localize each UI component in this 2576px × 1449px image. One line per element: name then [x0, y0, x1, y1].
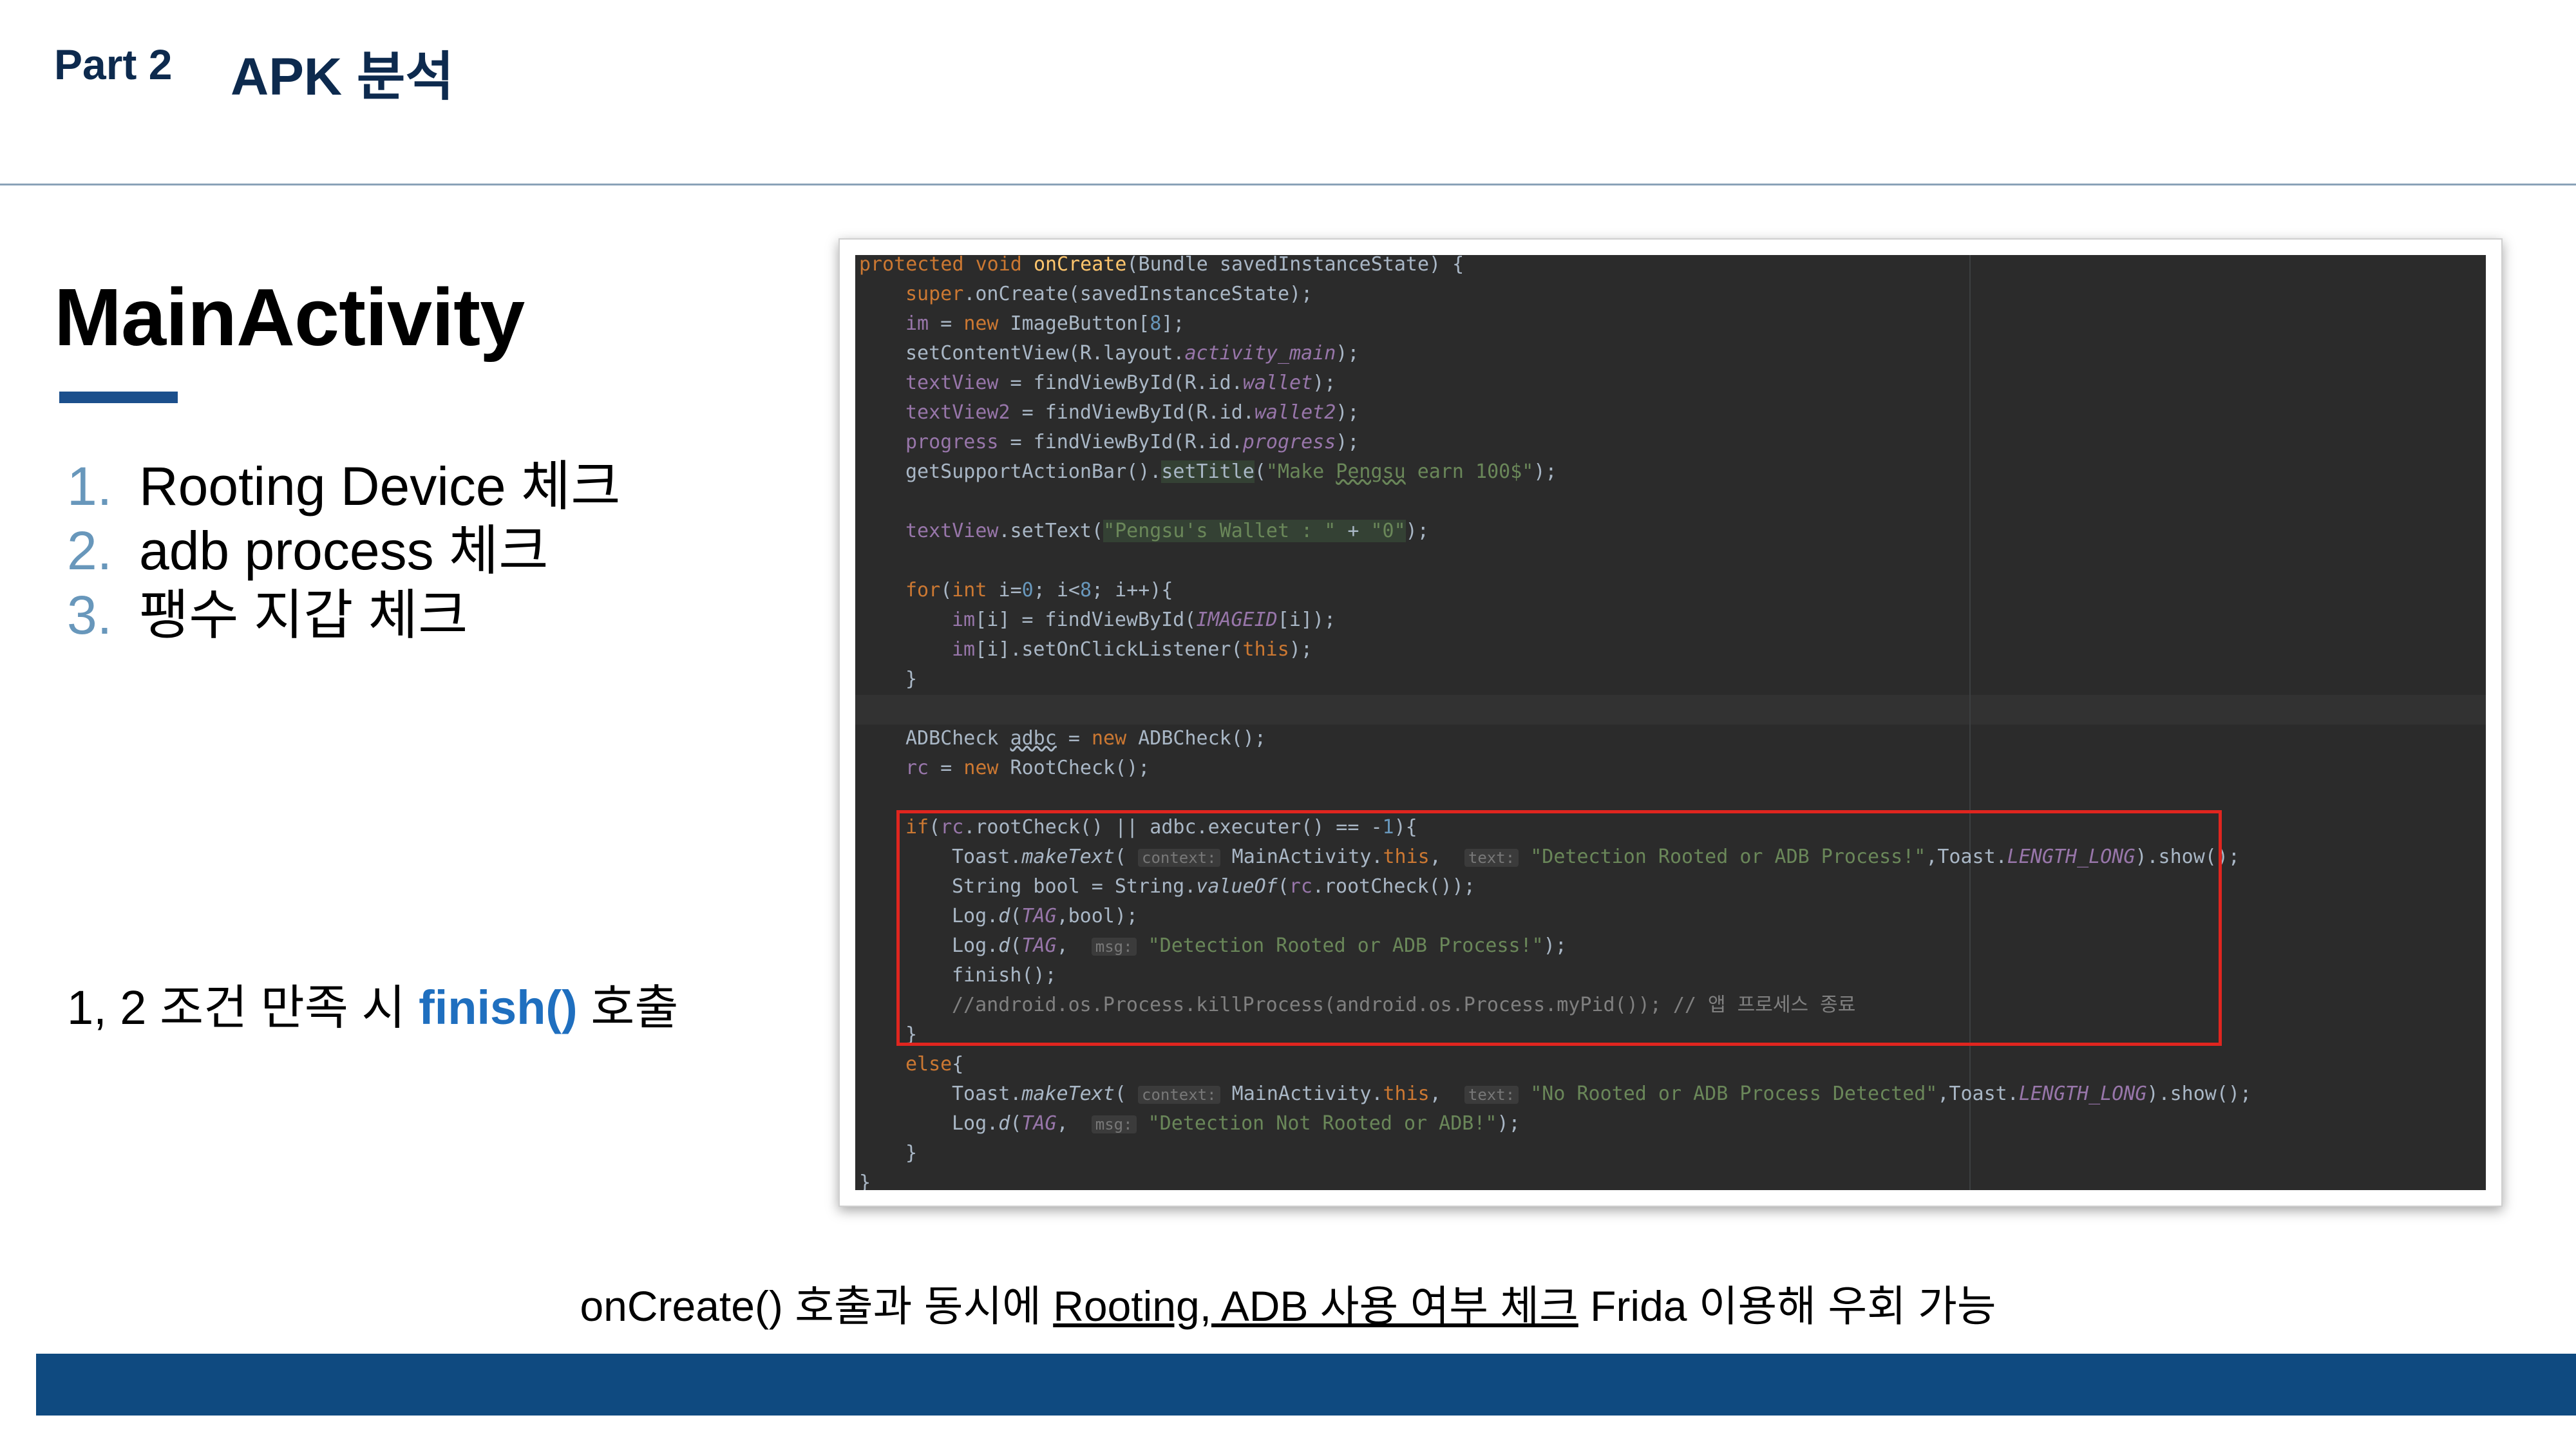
root-adb-check-highlight [896, 810, 2222, 1046]
check-item: 1. Rooting Device 체크 [67, 454, 621, 518]
header-part-label: Part 2 [54, 41, 173, 88]
code-line: rc = new RootCheck(); [905, 757, 1150, 779]
code-line: protected void onCreate(Bundle savedInst… [859, 255, 1464, 276]
check-item-text: adb process 체크 [139, 520, 549, 581]
check-list: 1. Rooting Device 체크 2. adb process 체크 3. 팽… [67, 454, 621, 647]
slide-title: MainActivity [54, 272, 525, 363]
header-divider [0, 184, 2576, 185]
code-line: setContentView(R.layout.activity_main); [905, 342, 1359, 365]
title-accent-bar [59, 392, 178, 403]
code-line: textView.setText("Pengsu's Wallet : " + … [905, 520, 1429, 542]
code-line: Log.d(TAG, msg: "Detection Not Rooted or… [952, 1112, 1520, 1135]
summary-footnote: onCreate() 호출과 동시에 Rooting, ADB 사용 여부 체크… [0, 1272, 2576, 1334]
code-line: textView2 = findViewById(R.id.wallet2); [905, 401, 1359, 424]
footnote-suffix: Frida 이용해 우회 가능 [1578, 1282, 1996, 1330]
code-line: Toast.makeText( context: MainActivity.th… [952, 1083, 2252, 1105]
code-line: else{ [905, 1053, 964, 1075]
check-item: 3. 팽수 지갑 체크 [67, 583, 621, 647]
condition-function: finish() [419, 981, 578, 1034]
check-item-number: 3. [67, 585, 113, 645]
check-item-text: 팽수 지갑 체크 [139, 585, 468, 645]
header-title: APK 분석 [231, 48, 454, 106]
code-screenshot: protected void onCreate(Bundle savedInst… [838, 238, 2503, 1207]
check-item-number: 1. [67, 456, 113, 516]
code-line: im[i] = findViewById(IMAGEID[i]); [952, 609, 1336, 631]
code-line: im[i].setOnClickListener(this); [952, 638, 1312, 661]
code-line: } [905, 668, 918, 690]
code-editor: protected void onCreate(Bundle savedInst… [855, 255, 2486, 1190]
code-line: } [859, 1171, 871, 1190]
code-line: super.onCreate(savedInstanceState); [905, 283, 1313, 305]
code-line: textView = findViewById(R.id.wallet); [905, 372, 1336, 394]
code-line: progress = findViewById(R.id.progress); [905, 431, 1359, 453]
condition-prefix: 1, 2 조건 만족 시 [67, 981, 419, 1034]
code-line: ADBCheck adbc = new ADBCheck(); [905, 727, 1266, 750]
footnote-underlined: Rooting, ADB 사용 여부 체크 [1053, 1282, 1578, 1330]
right-margin-guide [1969, 255, 1971, 1190]
current-line-highlight [855, 695, 2486, 724]
finish-condition-note: 1, 2 조건 만족 시 finish() 호출 [67, 969, 678, 1038]
code-line: } [905, 1142, 918, 1164]
check-item-text: Rooting Device 체크 [139, 456, 621, 516]
check-item-number: 2. [67, 520, 113, 581]
footnote-prefix: onCreate() 호출과 동시에 [580, 1282, 1054, 1330]
footer-bar [36, 1354, 2576, 1416]
code-line: for(int i=0; i<8; i++){ [905, 579, 1173, 601]
code-line: im = new ImageButton[8]; [905, 312, 1185, 335]
code-line: getSupportActionBar().setTitle("Make Pen… [905, 460, 1557, 483]
check-item: 2. adb process 체크 [67, 518, 621, 583]
condition-suffix: 호출 [577, 981, 679, 1034]
